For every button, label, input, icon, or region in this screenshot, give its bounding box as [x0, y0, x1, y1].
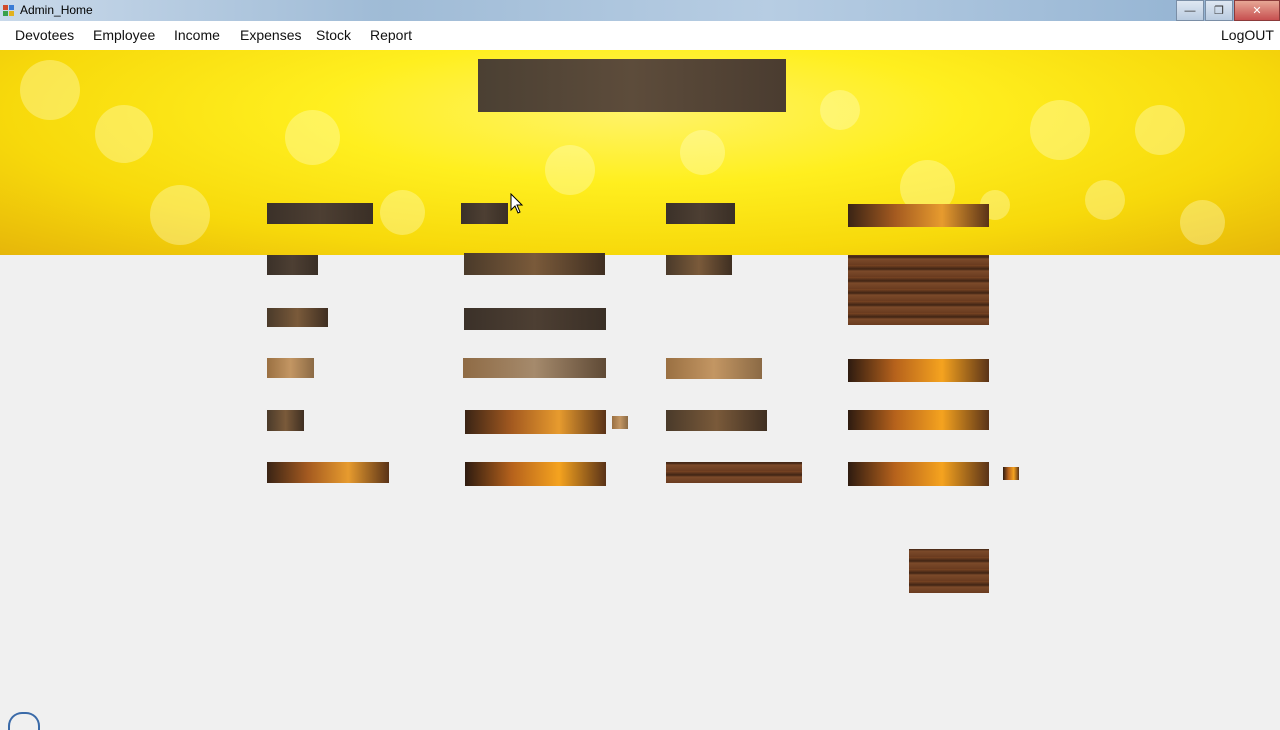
- close-icon: ✕: [1252, 5, 1262, 17]
- value-block[interactable]: [464, 308, 606, 330]
- bokeh-decoration: [545, 145, 595, 195]
- label-block: [666, 462, 802, 483]
- image-block: [848, 255, 989, 325]
- label-block: [267, 462, 389, 483]
- menu-item-income[interactable]: Income: [174, 27, 220, 43]
- menu-item-devotees[interactable]: Devotees: [15, 27, 74, 43]
- logout-menu-item[interactable]: LogOUT: [1221, 27, 1274, 43]
- app-icon: [3, 4, 15, 16]
- small-button-block[interactable]: [612, 416, 628, 429]
- mouse-cursor-icon: [510, 192, 524, 215]
- label-block: [666, 358, 762, 379]
- column-header-block: [848, 204, 989, 227]
- bokeh-decoration: [285, 110, 340, 165]
- menu-item-report[interactable]: Report: [370, 27, 412, 43]
- restore-button[interactable]: ❐: [1205, 0, 1233, 21]
- window-title-bar: Admin_Home — ❐ ✕: [0, 0, 1280, 21]
- bokeh-decoration: [95, 105, 153, 163]
- menu-item-employee[interactable]: Employee: [93, 27, 155, 43]
- value-block[interactable]: [848, 462, 989, 486]
- minimize-icon: —: [1184, 4, 1196, 17]
- bokeh-decoration: [1180, 200, 1225, 245]
- small-button-block[interactable]: [1003, 467, 1019, 480]
- label-block: [267, 358, 314, 378]
- bokeh-decoration: [1030, 100, 1090, 160]
- window-title: Admin_Home: [20, 3, 93, 17]
- label-block: [267, 255, 318, 275]
- start-button-edge[interactable]: [8, 712, 40, 730]
- label-block: [666, 255, 732, 275]
- restore-icon: ❐: [1214, 5, 1224, 17]
- menu-item-stock[interactable]: Stock: [316, 27, 351, 43]
- column-header-block: [267, 203, 373, 224]
- bokeh-decoration: [1085, 180, 1125, 220]
- action-button-block[interactable]: [909, 549, 989, 593]
- bokeh-decoration: [20, 60, 80, 120]
- value-block[interactable]: [464, 253, 605, 275]
- value-block[interactable]: [848, 359, 989, 382]
- menu-bar: Devotees Employee Income Expenses Stock …: [0, 21, 1280, 51]
- bokeh-decoration: [1135, 105, 1185, 155]
- column-header-block: [461, 203, 508, 224]
- bokeh-decoration: [150, 185, 210, 245]
- value-block[interactable]: [848, 410, 989, 430]
- page-heading-block: [478, 59, 786, 112]
- label-block: [267, 308, 328, 327]
- column-header-block: [666, 203, 735, 224]
- minimize-button[interactable]: —: [1176, 0, 1204, 21]
- bokeh-decoration: [380, 190, 425, 235]
- value-block[interactable]: [463, 358, 606, 378]
- bokeh-decoration: [820, 90, 860, 130]
- label-block: [267, 410, 304, 431]
- label-block: [666, 410, 767, 431]
- menu-item-expenses[interactable]: Expenses: [240, 27, 301, 43]
- value-block[interactable]: [465, 410, 606, 434]
- bokeh-decoration: [680, 130, 725, 175]
- close-button[interactable]: ✕: [1234, 0, 1280, 21]
- value-block[interactable]: [465, 462, 606, 486]
